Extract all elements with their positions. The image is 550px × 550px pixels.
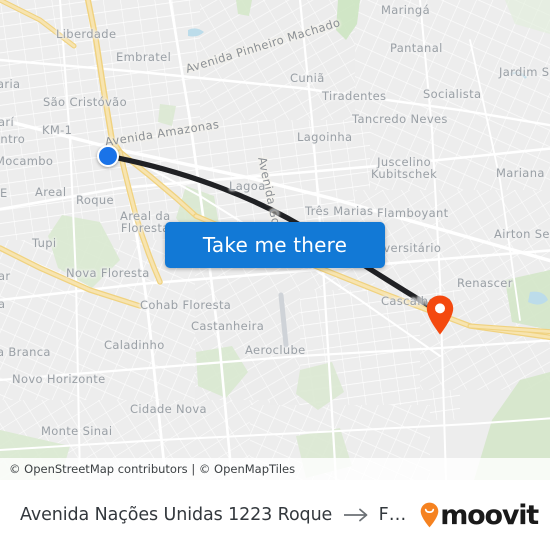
moovit-logo[interactable]: moovit <box>420 499 539 531</box>
moovit-wordmark: moovit <box>440 499 539 531</box>
arrow-right-icon <box>343 508 368 522</box>
map-screen: Avenida Pinheiro Machado Avenida Amazona… <box>0 0 550 550</box>
origin-marker[interactable] <box>97 145 119 167</box>
map-pin-icon <box>426 295 454 335</box>
trip-footer: Avenida Nações Unidas 1223 Roque Porto V… <box>0 480 550 550</box>
moovit-pin-icon <box>420 502 439 528</box>
trip-origin-text: Avenida Nações Unidas 1223 Roque Porto V… <box>20 505 336 525</box>
attribution-text[interactable]: © OpenStreetMap contributors | © OpenMap… <box>9 462 295 476</box>
destination-marker[interactable] <box>425 294 455 336</box>
map-attribution: © OpenStreetMap contributors | © OpenMap… <box>0 458 550 480</box>
trip-destination-text: F… <box>378 505 407 525</box>
map-canvas[interactable]: Avenida Pinheiro Machado Avenida Amazona… <box>0 0 550 480</box>
take-me-there-button[interactable]: Take me there <box>165 222 385 268</box>
